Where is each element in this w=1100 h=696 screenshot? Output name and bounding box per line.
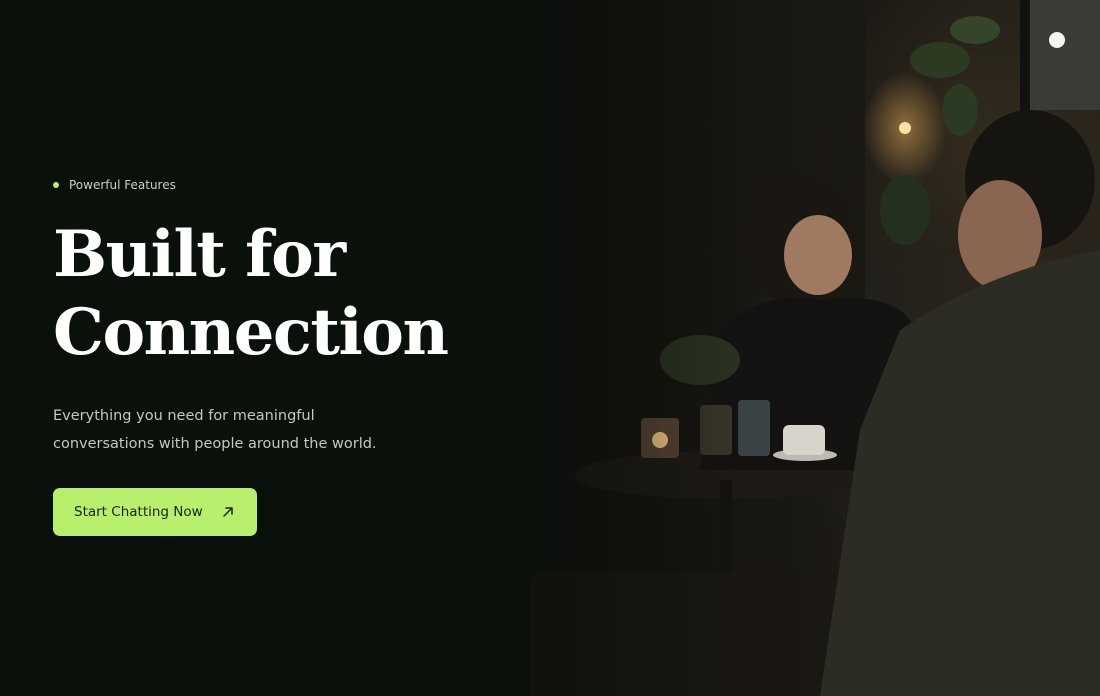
arrow-up-right-icon bbox=[221, 505, 235, 519]
subtitle-line-1: Everything you need for meaningful bbox=[53, 408, 315, 424]
page-title: Built for Connection bbox=[53, 216, 533, 372]
start-chatting-button[interactable]: Start Chatting Now bbox=[53, 488, 257, 536]
cta-label: Start Chatting Now bbox=[74, 504, 203, 520]
eyebrow: Powerful Features bbox=[53, 176, 533, 194]
eyebrow-label: Powerful Features bbox=[69, 178, 176, 192]
hero-section: Powerful Features Built for Connection E… bbox=[0, 0, 1100, 696]
subtitle-line-2: conversations with people around the wor… bbox=[53, 436, 377, 452]
hero-subtitle: Everything you need for meaningful conve… bbox=[53, 402, 533, 458]
dot-icon bbox=[53, 182, 59, 188]
headline-line-2: Connection bbox=[53, 295, 449, 370]
hero-content: Powerful Features Built for Connection E… bbox=[53, 176, 533, 536]
headline-line-1: Built for bbox=[53, 217, 346, 292]
